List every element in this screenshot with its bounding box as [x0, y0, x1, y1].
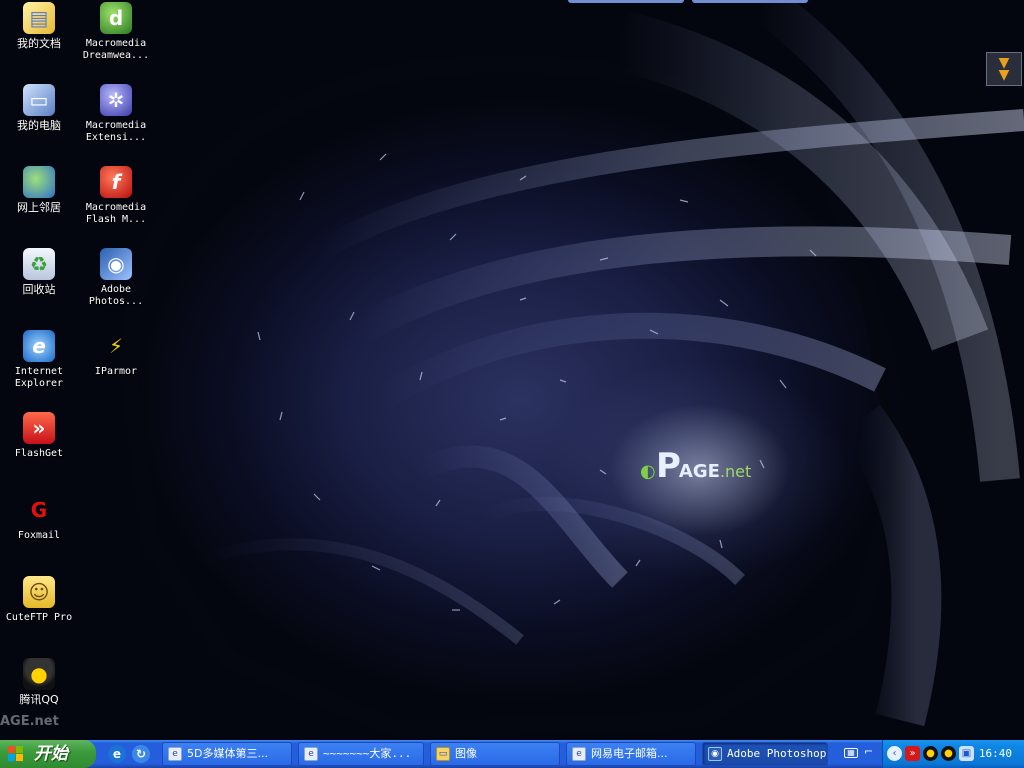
desktop-icon-label: Macromedia Extensi...	[85, 120, 147, 143]
qq-icon: ●	[23, 658, 55, 690]
desktop-icon-my-documents[interactable]: ▤ 我的文档	[0, 2, 78, 72]
desktop-icon-foxmail[interactable]: G Foxmail	[0, 494, 78, 564]
desktop-icon-label: Foxmail	[17, 530, 61, 541]
ime-icon[interactable]: ⌐	[864, 745, 873, 758]
ie-window-icon: e	[168, 747, 182, 761]
folder-icon: ▭	[436, 747, 450, 761]
desktop-icon-label: Macromedia Flash M...	[85, 202, 147, 225]
desktop-icon-flashget[interactable]: » FlashGet	[0, 412, 78, 482]
start-button[interactable]: 开始	[0, 740, 96, 768]
desktop-icon-dreamweaver[interactable]: d Macromedia Dreamwea...	[77, 2, 155, 72]
desktop-icon-cuteftp[interactable]: ☺ CuteFTP Pro	[0, 576, 78, 646]
qq-tray-icon[interactable]: ●	[923, 746, 938, 761]
desktop-icon-label: CuteFTP Pro	[5, 612, 73, 623]
wallpaper-logo: ◐PAGE.net	[640, 446, 770, 486]
desktop-icon-label: FlashGet	[14, 448, 64, 459]
desktop-icon-extension-manager[interactable]: ✲ Macromedia Extensi...	[77, 84, 155, 154]
quicklaunch-refresh-icon[interactable]: ↻	[132, 745, 150, 763]
windows-flag-icon	[8, 746, 24, 762]
quicklaunch-ie-icon[interactable]: e	[108, 745, 126, 763]
logo-domain: .net	[719, 462, 752, 481]
offscreen-window-edge[interactable]	[692, 0, 808, 3]
taskbar-button-label: 5D多媒体第三...	[187, 747, 268, 760]
double-chevron-down-icon: ▼ ▼	[998, 55, 1010, 83]
foxmail-icon: G	[30, 498, 48, 522]
desktop-icon-internet-explorer[interactable]: e Internet Explorer	[0, 330, 78, 400]
my-computer-icon: ▭	[23, 84, 55, 116]
desktop-icon-iparmor[interactable]: ⚡ IParmor	[77, 330, 155, 400]
cuteftp-icon: ☺	[23, 576, 55, 608]
taskbar-button-images-folder[interactable]: ▭ 图像	[430, 742, 560, 766]
ie-window-icon: e	[572, 747, 586, 761]
desktop-icon-label: 回收站	[22, 283, 56, 296]
ipage-logo-icon: ◐	[640, 461, 656, 482]
keyboard-icon[interactable]: ▦	[844, 748, 858, 758]
extension-manager-icon: ✲	[100, 84, 132, 116]
taskbar-button-photoshop[interactable]: ◉ Adobe Photoshop	[702, 742, 828, 766]
flashget-icon: »	[23, 412, 55, 444]
photoshop-icon: ◉	[708, 747, 722, 761]
ie-window-icon: e	[304, 747, 318, 761]
taskbar-button-dajia[interactable]: e ~~~~~~~大家...	[298, 742, 424, 766]
desktop-icon-network-places[interactable]: 网上邻居	[0, 166, 78, 236]
desktop-icon-my-computer[interactable]: ▭ 我的电脑	[0, 84, 78, 154]
desktop-icon-label: 腾讯QQ	[19, 693, 59, 706]
logo-letter-p: P	[656, 446, 681, 486]
clock[interactable]: 16:40	[979, 740, 1012, 768]
desktop-icon-photoshop[interactable]: ◉ Adobe Photos...	[77, 248, 155, 318]
recycle-bin-icon: ♻	[23, 248, 55, 280]
qq-tray-icon-2[interactable]: ●	[941, 746, 956, 761]
desktop-icon-label: Macromedia Dreamwea...	[82, 38, 150, 61]
collapse-toolbar-button[interactable]: ▼ ▼	[986, 52, 1022, 86]
taskbar: 开始 e ↻ e 5D多媒体第三... e ~~~~~~~大家... ▭ 图像 …	[0, 740, 1024, 768]
flashget-tray-icon[interactable]: »	[905, 746, 920, 761]
start-label: 开始	[34, 744, 68, 764]
taskbar-button-label: 网易电子邮箱...	[591, 747, 668, 760]
taskbar-button-5d-multimedia[interactable]: e 5D多媒体第三...	[162, 742, 292, 766]
desktop-icon-label: Internet Explorer	[14, 366, 64, 389]
photoshop-icon: ◉	[100, 248, 132, 280]
desktop-icon-label: 我的文档	[17, 37, 61, 50]
desktop-icon-label: 我的电脑	[17, 119, 61, 132]
flash-icon: f	[100, 166, 132, 198]
desktop-icon-flash[interactable]: f Macromedia Flash M...	[77, 166, 155, 236]
taskbar-button-label: ~~~~~~~大家...	[323, 747, 412, 760]
network-icon[interactable]: ▣	[959, 746, 974, 761]
desktop-icon-recycle-bin[interactable]: ♻ 回收站	[0, 248, 78, 318]
network-places-icon	[23, 166, 55, 198]
desktop-icon-qq[interactable]: ● 腾讯QQ	[0, 658, 78, 728]
iparmor-icon: ⚡	[108, 334, 124, 358]
desktop-icon-label: 网上邻居	[17, 201, 61, 214]
system-tray: ‹ » ● ● ▣ 16:40	[882, 740, 1024, 768]
taskbar-button-163-mail[interactable]: e 网易电子邮箱...	[566, 742, 696, 766]
desktop-icon-label: IParmor	[94, 366, 138, 377]
expand-tray-icon[interactable]: ‹	[887, 746, 902, 761]
taskbar-button-label: Adobe Photoshop	[727, 747, 827, 760]
desktop-icon-label: Adobe Photos...	[88, 284, 144, 307]
internet-explorer-icon: e	[23, 330, 55, 362]
dreamweaver-icon: d	[100, 2, 132, 34]
my-documents-icon: ▤	[23, 2, 55, 34]
logo-text: AGE	[678, 461, 720, 482]
taskbar-button-label: 图像	[455, 747, 477, 760]
offscreen-window-edge[interactable]	[568, 0, 684, 3]
